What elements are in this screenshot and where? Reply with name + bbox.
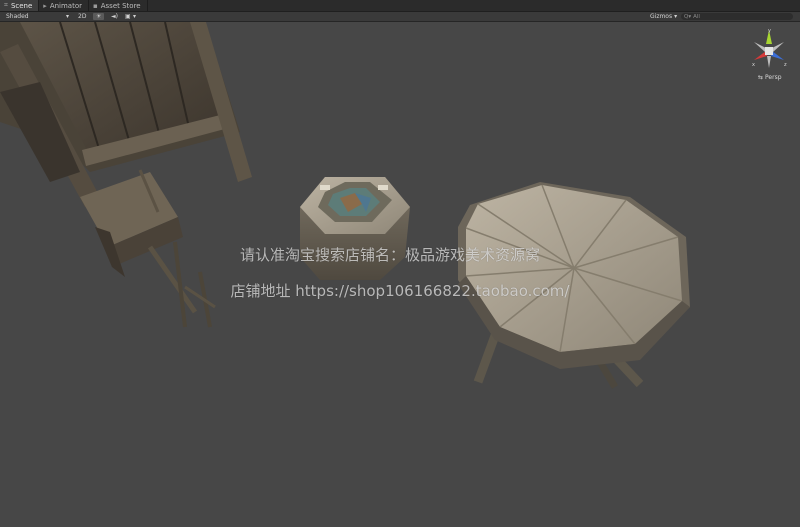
scene-render [0,22,690,389]
shading-mode-dropdown[interactable]: Shaded [6,12,29,21]
lighting-toggle[interactable]: ☀ [93,12,105,21]
chevron-down-icon: ▾ [133,13,137,20]
image-icon: ▣ [125,13,131,20]
2d-toggle-label: 2D [78,13,87,20]
projection-toggle[interactable]: ⇆ Persp [758,74,782,81]
scene-icon: ⌗ [4,1,8,9]
scene-orientation-gizmo[interactable]: y x z [746,26,792,72]
tab-scene-label: Scene [10,1,33,10]
scene-toolbar: Shaded ▾ 2D ☀ ◄) ▣ ▾ Gizmos ▾ Q▾ All [0,12,800,22]
2d-toggle[interactable]: 2D [75,12,89,21]
tab-asset-store[interactable]: ▪ Asset Store [89,0,148,11]
watermark-line1: 请认准淘宝搜索店铺名：极品游戏美术资源窝 [239,246,540,264]
gizmos-label: Gizmos [650,13,673,20]
sun-icon: ☀ [93,13,105,20]
tab-bar: ⌗ Scene ▸ Animator ▪ Asset Store [0,0,800,12]
search-icon: Q▾ [684,13,692,20]
wooden-wall-model[interactable] [0,22,252,207]
gizmos-dropdown[interactable]: Gizmos ▾ [650,12,677,21]
chevron-down-icon: ▾ [674,13,678,20]
chevron-down-icon: ▾ [66,13,70,20]
asset-store-icon: ▪ [93,1,98,10]
effects-toggle[interactable]: ▣ [122,12,134,21]
perspective-icon: ⇆ [758,74,764,81]
shading-mode-label: Shaded [6,13,29,20]
effects-dropdown[interactable]: ▾ [133,12,136,21]
tab-asset-store-label: Asset Store [100,1,141,10]
unity-editor: ⌗ Scene ▸ Animator ▪ Asset Store Shaded … [0,0,800,527]
watermark-line2: 店铺地址 https://shop106166822.taobao.com/ [230,282,570,300]
projection-label: Persp [765,74,782,81]
search-placeholder: All [693,13,700,20]
tab-scene[interactable]: ⌗ Scene [0,0,40,11]
shading-dropdown-arrow[interactable]: ▾ [66,12,69,21]
speaker-icon: ◄) [111,13,118,20]
axis-x-label: x [752,62,755,68]
animator-icon: ▸ [43,1,47,10]
axis-y-label: y [768,28,771,34]
tab-animator-label: Animator [49,1,82,10]
scene-viewport[interactable]: 请认准淘宝搜索店铺名：极品游戏美术资源窝 店铺地址 https://shop10… [0,22,800,527]
audio-toggle[interactable]: ◄) [108,12,121,21]
gizmo-center-cube[interactable] [765,47,773,55]
search-input[interactable]: Q▾ All [681,13,793,20]
tab-animator[interactable]: ▸ Animator [39,0,89,11]
axis-z-label: z [784,62,787,68]
